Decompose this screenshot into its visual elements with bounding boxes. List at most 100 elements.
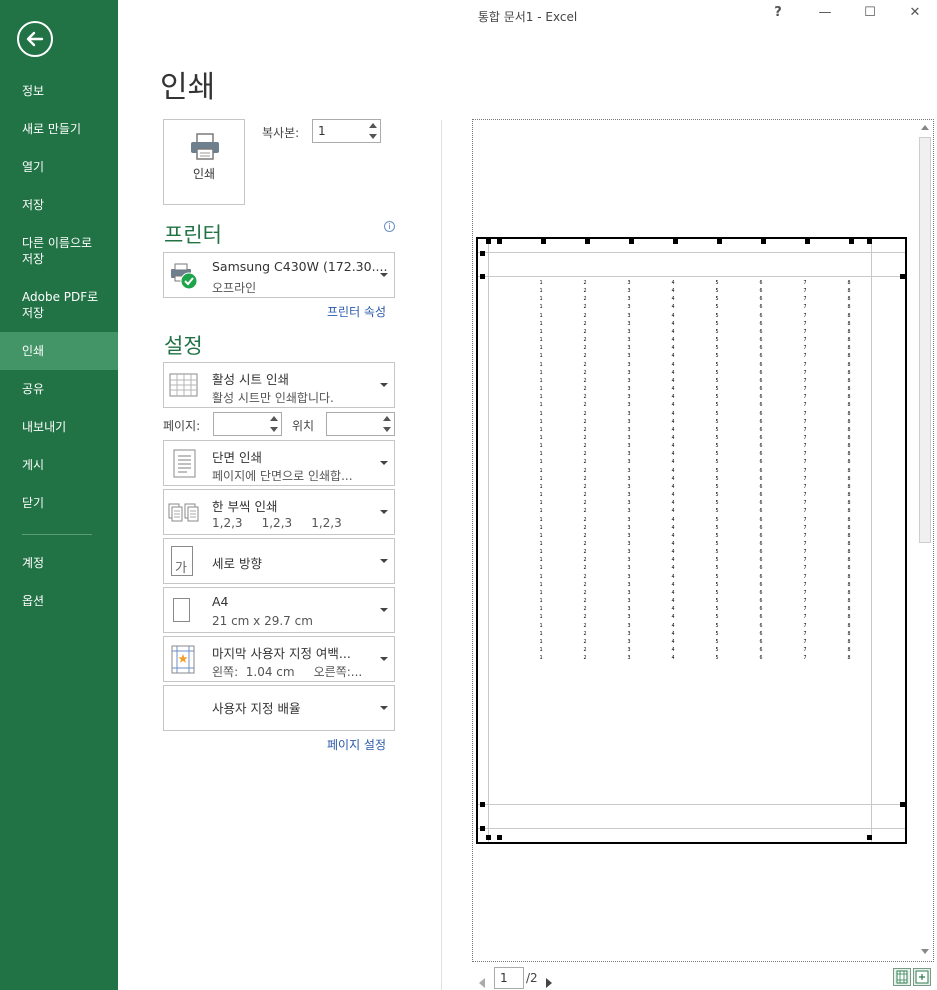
preview-column-7: 7 7 7 7 7 7 7 7 7 7 7 7 7 7 7 7 7 7 7 7 …: [803, 280, 807, 662]
print-what-dropdown[interactable]: 활성 시트 인쇄 활성 시트만 인쇄합니다.: [163, 362, 395, 408]
margin-handle[interactable]: [867, 835, 872, 840]
printer-status: 오프라인: [212, 281, 257, 295]
show-margins-icon: [896, 970, 908, 984]
pages-from-input[interactable]: [213, 412, 282, 436]
column-handle[interactable]: [673, 239, 678, 244]
margin-handle[interactable]: [900, 802, 905, 807]
back-button[interactable]: [17, 21, 53, 57]
next-page-icon[interactable]: [546, 972, 552, 990]
printer-name: Samsung C430W (172.30....: [212, 259, 388, 274]
copies-input[interactable]: 1: [312, 119, 381, 143]
margin-guide-left: [488, 239, 489, 842]
margin-handle[interactable]: [480, 274, 485, 279]
margin-handle[interactable]: [486, 239, 491, 244]
margin-handle[interactable]: [900, 274, 905, 279]
sides-title: 단면 인쇄: [212, 450, 262, 465]
margin-handle[interactable]: [480, 251, 485, 256]
column-handle[interactable]: [849, 239, 854, 244]
margin-guide-right: [871, 239, 872, 842]
column-handle[interactable]: [541, 239, 546, 244]
print-button[interactable]: 인쇄: [163, 119, 245, 205]
nav-item-info[interactable]: 정보: [0, 83, 118, 101]
nav-item-save-adobe-pdf[interactable]: Adobe PDF로 저장: [0, 289, 118, 323]
paper-size-subtitle: 21 cm x 29.7 cm: [212, 614, 313, 628]
column-handle[interactable]: [805, 239, 810, 244]
column-handle[interactable]: [717, 239, 722, 244]
copies-up-button[interactable]: [366, 120, 380, 131]
show-margins-button[interactable]: [893, 968, 911, 986]
chevron-down-icon: [369, 134, 377, 139]
minimize-button[interactable]: —: [815, 5, 835, 20]
copies-down-button[interactable]: [366, 131, 380, 142]
nav-item-save-as[interactable]: 다른 이름으로 저장: [0, 235, 118, 269]
copies-value: 1: [318, 124, 326, 138]
nav-item-export[interactable]: 내보내기: [0, 419, 118, 437]
paper-size-title: A4: [212, 594, 229, 609]
printer-status-icon: [171, 263, 198, 290]
page-title: 인쇄: [160, 70, 216, 105]
dropdown-arrow-icon: [380, 273, 388, 277]
collate-dropdown[interactable]: 한 부씩 인쇄 1,2,3 1,2,3 1,2,3: [163, 489, 395, 535]
preview-scrollbar[interactable]: [918, 121, 932, 959]
nav-item-save[interactable]: 저장: [0, 197, 118, 215]
nav-item-share[interactable]: 공유: [0, 381, 118, 399]
nav-item-options[interactable]: 옵션: [0, 593, 118, 611]
margin-handle[interactable]: [867, 239, 872, 244]
zoom-to-page-button[interactable]: [913, 968, 931, 986]
nav-item-new[interactable]: 새로 만들기: [0, 121, 118, 139]
margins-dropdown[interactable]: 마지막 사용자 지정 여백... 왼쪽: 1.04 cm 오른쪽:...: [163, 636, 395, 682]
nav-item-print[interactable]: 인쇄: [0, 332, 118, 370]
margin-handle[interactable]: [497, 239, 502, 244]
margin-handle[interactable]: [480, 826, 485, 831]
sides-dropdown[interactable]: 단면 인쇄 페이지에 단면으로 인쇄합...: [163, 440, 395, 486]
page-range-row: 페이지: 위치: [163, 412, 395, 436]
pages-to-input[interactable]: [326, 412, 395, 436]
paper-size-icon: [173, 598, 190, 622]
column-handle[interactable]: [629, 239, 634, 244]
back-arrow-icon: [26, 31, 44, 47]
dropdown-arrow-icon: [380, 559, 388, 563]
printer-dropdown[interactable]: Samsung C430W (172.30.... 오프라인: [163, 252, 395, 298]
nav-item-close[interactable]: 닫기: [0, 495, 118, 513]
info-icon[interactable]: i: [384, 221, 395, 232]
orientation-dropdown[interactable]: 가 세로 방향: [163, 538, 395, 584]
margin-handle[interactable]: [497, 835, 502, 840]
print-what-subtitle: 활성 시트만 인쇄합니다.: [212, 391, 334, 405]
scroll-up-icon[interactable]: [921, 125, 929, 130]
scroll-down-icon[interactable]: [921, 949, 929, 954]
page-setup-link[interactable]: 페이지 설정: [327, 736, 386, 753]
margin-handle[interactable]: [486, 835, 491, 840]
nav-item-account[interactable]: 계정: [0, 555, 118, 573]
nav-item-publish[interactable]: 게시: [0, 457, 118, 475]
preview-column-5: 5 5 5 5 5 5 5 5 5 5 5 5 5 5 5 5 5 5 5 5 …: [715, 280, 719, 662]
preview-page: 1 1 1 1 1 1 1 1 1 1 1 1 1 1 1 1 1 1 1 1 …: [476, 237, 907, 844]
maximize-button[interactable]: ☐: [860, 5, 880, 20]
orientation-title: 세로 방향: [212, 556, 262, 571]
printer-section-title: 프린터: [164, 223, 222, 247]
collated-pages-icon: [168, 503, 199, 522]
pages-label: 페이지:: [163, 419, 201, 433]
preview-column-1: 1 1 1 1 1 1 1 1 1 1 1 1 1 1 1 1 1 1 1 1 …: [539, 280, 543, 662]
scrollbar-thumb[interactable]: [919, 137, 931, 543]
sheet-grid-icon: [169, 373, 198, 397]
help-button[interactable]: ?: [768, 5, 788, 20]
column-handle[interactable]: [585, 239, 590, 244]
margin-handle[interactable]: [480, 802, 485, 807]
dropdown-arrow-icon: [380, 706, 388, 710]
column-handle[interactable]: [761, 239, 766, 244]
paper-size-dropdown[interactable]: A4 21 cm x 29.7 cm: [163, 587, 395, 633]
copies-label: 복사본:: [262, 126, 300, 140]
collate-subtitle: 1,2,3 1,2,3 1,2,3: [212, 516, 342, 530]
portrait-page-icon: 가: [171, 546, 193, 576]
scaling-dropdown[interactable]: 사용자 지정 배율: [163, 685, 395, 731]
dropdown-arrow-icon: [380, 461, 388, 465]
nav-item-open[interactable]: 열기: [0, 159, 118, 177]
dropdown-arrow-icon: [380, 510, 388, 514]
current-page-input[interactable]: 1: [494, 967, 524, 989]
close-button[interactable]: ✕: [905, 5, 925, 20]
settings-section-title: 설정: [164, 334, 203, 358]
excel-backstage-print: 정보 새로 만들기 열기 저장 다른 이름으로 저장 Adobe PDF로 저장…: [0, 0, 937, 990]
printer-properties-link[interactable]: 프린터 속성: [327, 303, 386, 320]
sidebar-divider: [22, 534, 92, 535]
prev-page-icon[interactable]: [479, 972, 485, 990]
